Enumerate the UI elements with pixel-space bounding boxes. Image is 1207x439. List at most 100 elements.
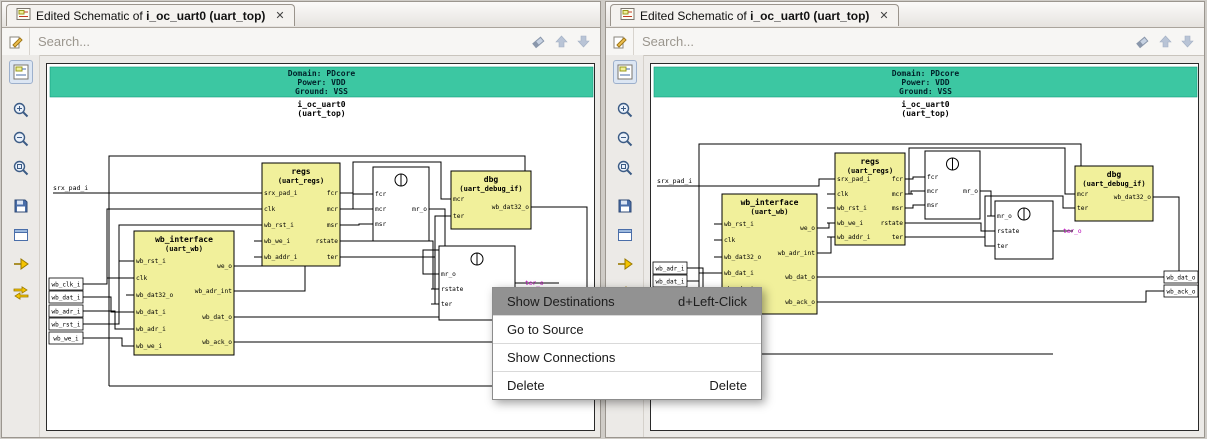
menu-item-shortcut: Delete <box>709 378 747 393</box>
zoom-out-icon[interactable] <box>9 127 33 151</box>
svg-text:Power: VDD: Power: VDD <box>901 78 949 87</box>
svg-text:i_oc_uart0: i_oc_uart0 <box>297 99 345 109</box>
zoom-in-icon[interactable] <box>9 98 33 122</box>
save-icon[interactable] <box>9 194 33 218</box>
svg-text:wb_dat32_o: wb_dat32_o <box>1114 194 1152 201</box>
menu-item-label: Delete <box>507 378 545 393</box>
schematic-block-gate[interactable]: fcrmcrmsrmr_o <box>365 167 437 241</box>
svg-text:mr_o: mr_o <box>997 213 1012 220</box>
previous-match-icon[interactable] <box>555 35 568 48</box>
svg-text:regs: regs <box>860 157 879 166</box>
svg-text:ter: ter <box>327 254 338 261</box>
schematic-port-wb_dat_o[interactable]: wb_dat_o <box>1164 271 1198 283</box>
tab-close-icon[interactable]: ✕ <box>879 9 888 22</box>
svg-text:wb_rst_i: wb_rst_i <box>136 258 166 265</box>
tab-edited-schematic[interactable]: Edited Schematic of i_oc_uart0 (uart_top… <box>6 4 295 26</box>
menu-item-show-destinations[interactable]: Show Destinations d+Left-Click <box>493 288 761 315</box>
svg-text:(uart_regs): (uart_regs) <box>278 177 324 185</box>
svg-text:srx_pad_i: srx_pad_i <box>657 177 692 185</box>
svg-text:ter: ter <box>1077 205 1088 212</box>
svg-text:rstate: rstate <box>997 228 1020 235</box>
schematic-block-dbg[interactable]: dbg(uart_debug_if)mcrterwb_dat32_o <box>443 171 539 229</box>
svg-text:wb_adr_i: wb_adr_i <box>52 309 81 316</box>
schematic-port-srx_pad_i[interactable]: srx_pad_i <box>657 177 692 185</box>
schematic-block-regs[interactable]: regs(uart_regs)srx_pad_iclkwb_rst_iwb_we… <box>827 153 913 245</box>
schematic-port-wb_dat_i[interactable]: wb_dat_i <box>653 275 687 287</box>
menu-item-delete[interactable]: Delete Delete <box>493 372 761 399</box>
svg-text:wb_adr_int: wb_adr_int <box>195 288 233 295</box>
svg-text:mcr: mcr <box>327 206 338 213</box>
svg-text:ter_o: ter_o <box>1063 228 1082 235</box>
schematic-port-wb_adr_i[interactable]: wb_adr_i <box>49 305 83 317</box>
svg-text:msr: msr <box>927 202 938 209</box>
svg-text:dbg: dbg <box>484 175 499 184</box>
schematic-sheet-icon[interactable] <box>9 60 33 84</box>
search-input[interactable] <box>30 34 530 49</box>
schematic-port-wb_ack_o[interactable]: wb_ack_o <box>1164 285 1198 297</box>
svg-text:wb_adr_int: wb_adr_int <box>778 250 816 257</box>
zoom-out-icon[interactable] <box>613 127 637 151</box>
search-edit-icon[interactable] <box>606 28 634 55</box>
next-match-icon[interactable] <box>577 35 590 48</box>
svg-text:srx_pad_i: srx_pad_i <box>837 176 871 183</box>
trace-signal-icon[interactable] <box>9 252 33 276</box>
svg-text:ter_o: ter_o <box>525 280 544 287</box>
svg-text:wb_dat32_o: wb_dat32_o <box>136 292 174 299</box>
next-match-icon[interactable] <box>1181 35 1194 48</box>
svg-text:fcr: fcr <box>375 191 386 198</box>
tab-bar: Edited Schematic of i_oc_uart0 (uart_top… <box>606 2 1204 28</box>
zoom-in-icon[interactable] <box>613 98 637 122</box>
schematic-block-regs[interactable]: regs(uart_regs)srx_pad_iclkwb_rst_iwb_we… <box>254 163 348 266</box>
zoom-fit-icon[interactable] <box>613 156 637 180</box>
window-view-icon[interactable] <box>9 223 33 247</box>
svg-text:(uart_debug_if): (uart_debug_if) <box>1082 180 1145 188</box>
search-bar <box>606 28 1204 56</box>
svg-text:wb_interface: wb_interface <box>741 197 799 207</box>
menu-item-go-to-source[interactable]: Go to Source <box>493 316 761 343</box>
swap-arrows-icon[interactable] <box>9 281 33 305</box>
save-icon[interactable] <box>613 194 637 218</box>
previous-match-icon[interactable] <box>1159 35 1172 48</box>
svg-text:wb_interface: wb_interface <box>155 234 213 244</box>
svg-text:msr: msr <box>892 205 903 212</box>
svg-text:mcr: mcr <box>892 191 903 198</box>
schematic-port-wb_dat_i[interactable]: wb_dat_i <box>49 291 83 303</box>
svg-text:ter: ter <box>892 234 903 241</box>
schematic-port-wb_rst_i[interactable]: wb_rst_i <box>49 318 83 330</box>
svg-text:ter: ter <box>453 213 464 220</box>
tab-close-icon[interactable]: ✕ <box>275 9 284 22</box>
menu-item-show-connections[interactable]: Show Connections <box>493 344 761 371</box>
schematic-port-wb_adr_i[interactable]: wb_adr_i <box>653 262 687 274</box>
svg-text:Domain: PDcore: Domain: PDcore <box>892 68 960 78</box>
svg-text:rstate: rstate <box>881 220 904 227</box>
svg-text:wb_rst_i: wb_rst_i <box>52 322 81 329</box>
schematic-block-wb_interface[interactable]: wb_interface(uart_wb)wb_rst_iclkwb_dat32… <box>126 231 242 355</box>
svg-text:wb_dat_i: wb_dat_i <box>52 295 81 302</box>
svg-text:wb_ack_o: wb_ack_o <box>785 299 815 306</box>
clear-highlight-icon[interactable] <box>1134 34 1150 50</box>
schematic-sheet-icon[interactable] <box>613 60 637 84</box>
tab-edited-schematic[interactable]: Edited Schematic of i_oc_uart0 (uart_top… <box>610 4 899 26</box>
svg-text:mr_o: mr_o <box>412 206 427 213</box>
window-view-icon[interactable] <box>613 223 637 247</box>
schematic-block-dbg[interactable]: dbg(uart_debug_if)mcrterwb_dat32_o <box>1067 166 1161 221</box>
svg-text:mcr: mcr <box>453 196 464 203</box>
context-menu: Show Destinations d+Left-Click Go to Sou… <box>492 287 762 400</box>
zoom-fit-icon[interactable] <box>9 156 33 180</box>
schematic-port-srx_pad_i[interactable]: srx_pad_i <box>53 184 88 192</box>
svg-text:mr_o: mr_o <box>441 271 456 278</box>
schematic-port-wb_clk_i[interactable]: wb_clk_i <box>49 278 83 290</box>
svg-text:clk: clk <box>264 206 275 213</box>
search-edit-icon[interactable] <box>2 28 30 55</box>
schematic-port-wb_we_i[interactable]: wb_we_i <box>49 332 83 344</box>
search-input[interactable] <box>634 34 1134 49</box>
tab-title: Edited Schematic of i_oc_uart0 (uart_top… <box>36 9 265 23</box>
clear-highlight-icon[interactable] <box>530 34 546 50</box>
trace-signal-icon[interactable] <box>613 252 637 276</box>
svg-text:wb_dat32_o: wb_dat32_o <box>492 204 530 211</box>
svg-text:wb_we_i: wb_we_i <box>53 336 79 343</box>
svg-text:wb_dat32_o: wb_dat32_o <box>724 254 762 261</box>
schematic-block-gate[interactable]: mr_orstateterter_o <box>987 201 1082 259</box>
schematic-block-gate[interactable]: fcrmcrmsrmr_o <box>917 151 988 219</box>
svg-text:wb_clk_i: wb_clk_i <box>52 282 81 289</box>
